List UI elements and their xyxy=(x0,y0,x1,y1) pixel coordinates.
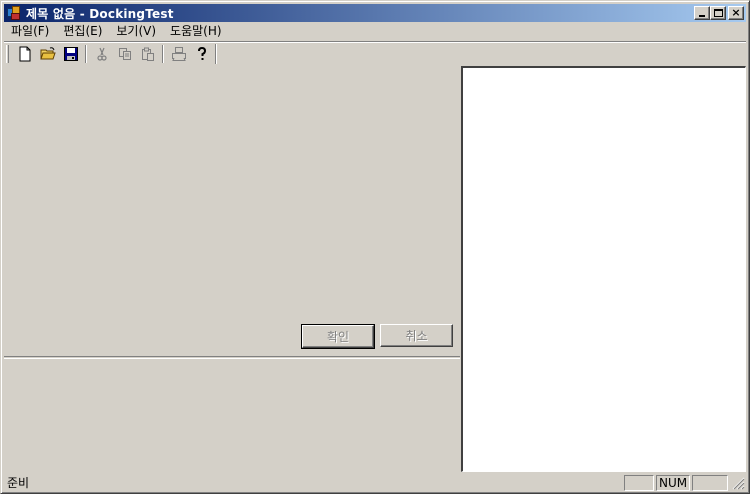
cancel-button[interactable]: 취소 xyxy=(380,324,453,347)
copy-button[interactable] xyxy=(113,43,136,65)
docking-dialog-pane: 확인 취소 xyxy=(4,66,460,356)
document-view[interactable] xyxy=(461,66,746,472)
maximize-icon xyxy=(714,9,723,17)
paste-icon xyxy=(141,47,154,61)
app-icon[interactable] xyxy=(6,5,22,21)
menu-view[interactable]: 보기(V) xyxy=(109,23,163,40)
toolbar-gripper[interactable] xyxy=(6,45,9,63)
title-bar[interactable]: 제목 없음 - DockingTest × xyxy=(4,4,746,22)
minimize-icon xyxy=(699,15,705,17)
menu-help[interactable]: 도움말(H) xyxy=(163,23,229,40)
status-caps-indicator xyxy=(624,474,654,491)
print-icon xyxy=(171,47,186,61)
print-button[interactable] xyxy=(167,43,190,65)
status-num-indicator: NUM xyxy=(656,474,690,491)
cut-icon xyxy=(96,47,107,61)
toolbar-end-divider xyxy=(215,44,217,64)
save-icon xyxy=(63,47,78,61)
paste-button[interactable] xyxy=(136,43,159,65)
status-bar: 준비 NUM xyxy=(4,473,746,492)
toolbar-separator xyxy=(85,45,87,63)
open-button[interactable] xyxy=(36,43,59,65)
help-icon xyxy=(197,46,206,60)
cut-button[interactable] xyxy=(90,43,113,65)
status-message: 준비 xyxy=(7,476,30,490)
close-icon: × xyxy=(731,6,741,19)
open-folder-icon xyxy=(39,47,56,60)
main-window: 제목 없음 - DockingTest × 파일(F) 편집(E) 보기(V) … xyxy=(0,0,750,494)
menu-file[interactable]: 파일(F) xyxy=(4,23,56,40)
new-file-button[interactable] xyxy=(13,43,36,65)
resize-grip-icon[interactable] xyxy=(730,475,746,491)
toolbar xyxy=(4,43,746,65)
copy-icon xyxy=(118,48,131,60)
maximize-button[interactable] xyxy=(710,6,726,20)
toolbar-separator xyxy=(162,45,164,63)
docking-bottom-pane xyxy=(4,359,460,471)
ok-button[interactable]: 확인 xyxy=(301,324,375,349)
close-button[interactable]: × xyxy=(728,6,744,20)
menu-edit[interactable]: 편집(E) xyxy=(56,23,109,40)
status-scroll-indicator xyxy=(692,474,728,491)
caption-buttons: × xyxy=(694,6,744,20)
save-button[interactable] xyxy=(59,43,82,65)
menu-bar: 파일(F) 편집(E) 보기(V) 도움말(H) xyxy=(4,22,746,41)
help-button[interactable] xyxy=(190,43,213,65)
window-title: 제목 없음 - DockingTest xyxy=(26,6,174,21)
minimize-button[interactable] xyxy=(694,6,710,20)
new-file-icon xyxy=(19,46,30,62)
